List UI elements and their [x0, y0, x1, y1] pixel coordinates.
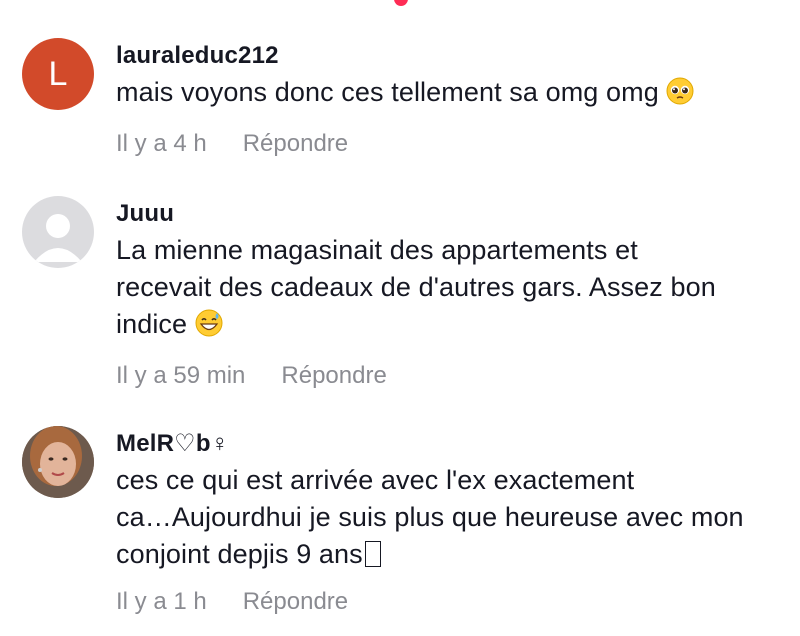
pleading-face-emoji	[666, 77, 694, 115]
comment-text-line: La mienne magasinait des appartements et	[116, 235, 638, 265]
comment-text-line: recevait des cadeaux de d'autres gars. A…	[116, 272, 716, 302]
reply-button[interactable]: Répondre	[243, 129, 348, 159]
reply-button[interactable]: Répondre	[281, 361, 386, 391]
grinning-sweat-emoji	[195, 309, 223, 347]
comment-text: mais voyons donc ces tellement sa omg om…	[116, 74, 790, 115]
comment-username[interactable]: MelR♡b♀	[116, 428, 790, 460]
comment-text-line: ca…Aujourdhui je suis plus que heureuse …	[116, 502, 744, 532]
avatar[interactable]	[22, 426, 94, 498]
indicator-dot	[394, 0, 408, 6]
avatar[interactable]	[22, 196, 94, 268]
comment-username[interactable]: lauraleduc212	[116, 40, 790, 72]
comment-text: ces ce qui est arrivée avec l'ex exactem…	[116, 462, 790, 573]
comment-username[interactable]: Juuu	[116, 198, 790, 230]
comment-text: La mienne magasinait des appartements et…	[116, 232, 790, 347]
comment-timestamp: Il y a 4 h	[116, 130, 207, 157]
comment-timestamp: Il y a 1 h	[116, 588, 207, 615]
comment-text-line: indice	[116, 309, 188, 339]
comment-text-line: conjoint depjis 9 ans	[116, 539, 363, 569]
avatar-letter: L	[48, 54, 68, 93]
comment-timestamp: Il y a 59 min	[116, 362, 246, 389]
user-photo	[22, 426, 94, 498]
reply-button[interactable]: Répondre	[243, 587, 348, 617]
comment-text-line: mais voyons donc ces tellement sa omg om…	[116, 77, 659, 107]
default-avatar-icon	[34, 214, 82, 262]
comment-text-line: ces ce qui est arrivée avec l'ex exactem…	[116, 465, 635, 495]
avatar[interactable]: L	[22, 38, 94, 110]
missing-glyph-icon	[364, 541, 381, 567]
